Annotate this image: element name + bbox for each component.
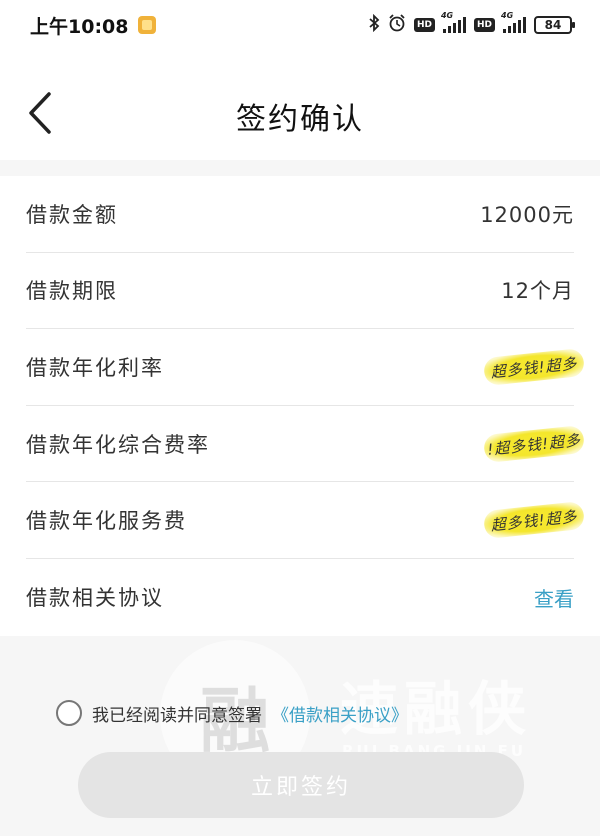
agreement-row: 我已经阅读并同意签署 《借款相关协议》 <box>56 700 408 726</box>
row-label: 借款相关协议 <box>26 586 164 611</box>
loan-amount-value: 12000元 <box>480 202 574 227</box>
row-loan-amount: 借款金额 12000元 <box>26 176 574 253</box>
redaction-overlay: 超多钱!超多 <box>482 347 586 387</box>
loan-term-value: 12个月 <box>501 279 574 304</box>
redaction-text: !超多钱!超多 <box>486 430 582 458</box>
row-loan-agreements: 借款相关协议 查看 <box>26 559 574 636</box>
hd-badge: HD <box>413 18 435 32</box>
note-icon <box>138 16 157 34</box>
agree-checkbox[interactable] <box>56 700 82 726</box>
loan-details-list: 借款金额 12000元 借款期限 12个月 借款年化利率 超多钱!超多 借款年化… <box>0 176 600 636</box>
row-label: 借款金额 <box>26 202 118 227</box>
status-right: HD 4G HD 4G 84 <box>368 11 575 36</box>
row-label: 借款年化利率 <box>26 355 164 380</box>
signal-icon: 4G <box>441 11 466 33</box>
row-label: 借款年化综合费率 <box>26 432 210 457</box>
hd-badge-2: HD <box>473 18 495 32</box>
redaction-overlay: 超多钱!超多 <box>482 501 586 540</box>
nav-bar: 签约确认 <box>0 50 600 160</box>
status-bar: 上午10:08 HD 4G HD 4G 84 <box>0 0 600 50</box>
bluetooth-icon <box>368 13 380 36</box>
row-annual-comprehensive-rate: 借款年化综合费率 !超多钱!超多 <box>26 406 586 483</box>
signal-icon-2: 4G <box>501 11 526 33</box>
row-label: 借款年化服务费 <box>26 509 187 534</box>
signal-label-2: 4G <box>501 11 514 20</box>
row-annual-interest-rate: 借款年化利率 超多钱!超多 <box>26 329 586 406</box>
signal-label: 4G <box>440 11 454 20</box>
alarm-icon <box>388 14 406 36</box>
row-label: 借款期限 <box>26 279 118 304</box>
agree-text: 我已经阅读并同意签署 <box>92 705 262 726</box>
page-title: 签约确认 <box>236 102 364 137</box>
status-left: 上午10:08 <box>30 12 157 39</box>
redaction-text: 超多钱!超多 <box>489 507 579 535</box>
battery-icon: 84 <box>534 16 575 34</box>
agreement-link[interactable]: 《借款相关协议》 <box>272 701 408 726</box>
row-loan-term: 借款期限 12个月 <box>26 253 574 330</box>
status-time: 上午10:08 <box>30 15 129 38</box>
redaction-text: 超多钱!超多 <box>489 353 579 381</box>
view-agreements-link[interactable]: 查看 <box>534 583 574 612</box>
redaction-overlay: !超多钱!超多 <box>482 424 586 463</box>
row-annual-service-fee: 借款年化服务费 超多钱!超多 <box>26 482 586 559</box>
sign-now-button[interactable]: 立即签约 <box>78 752 524 818</box>
